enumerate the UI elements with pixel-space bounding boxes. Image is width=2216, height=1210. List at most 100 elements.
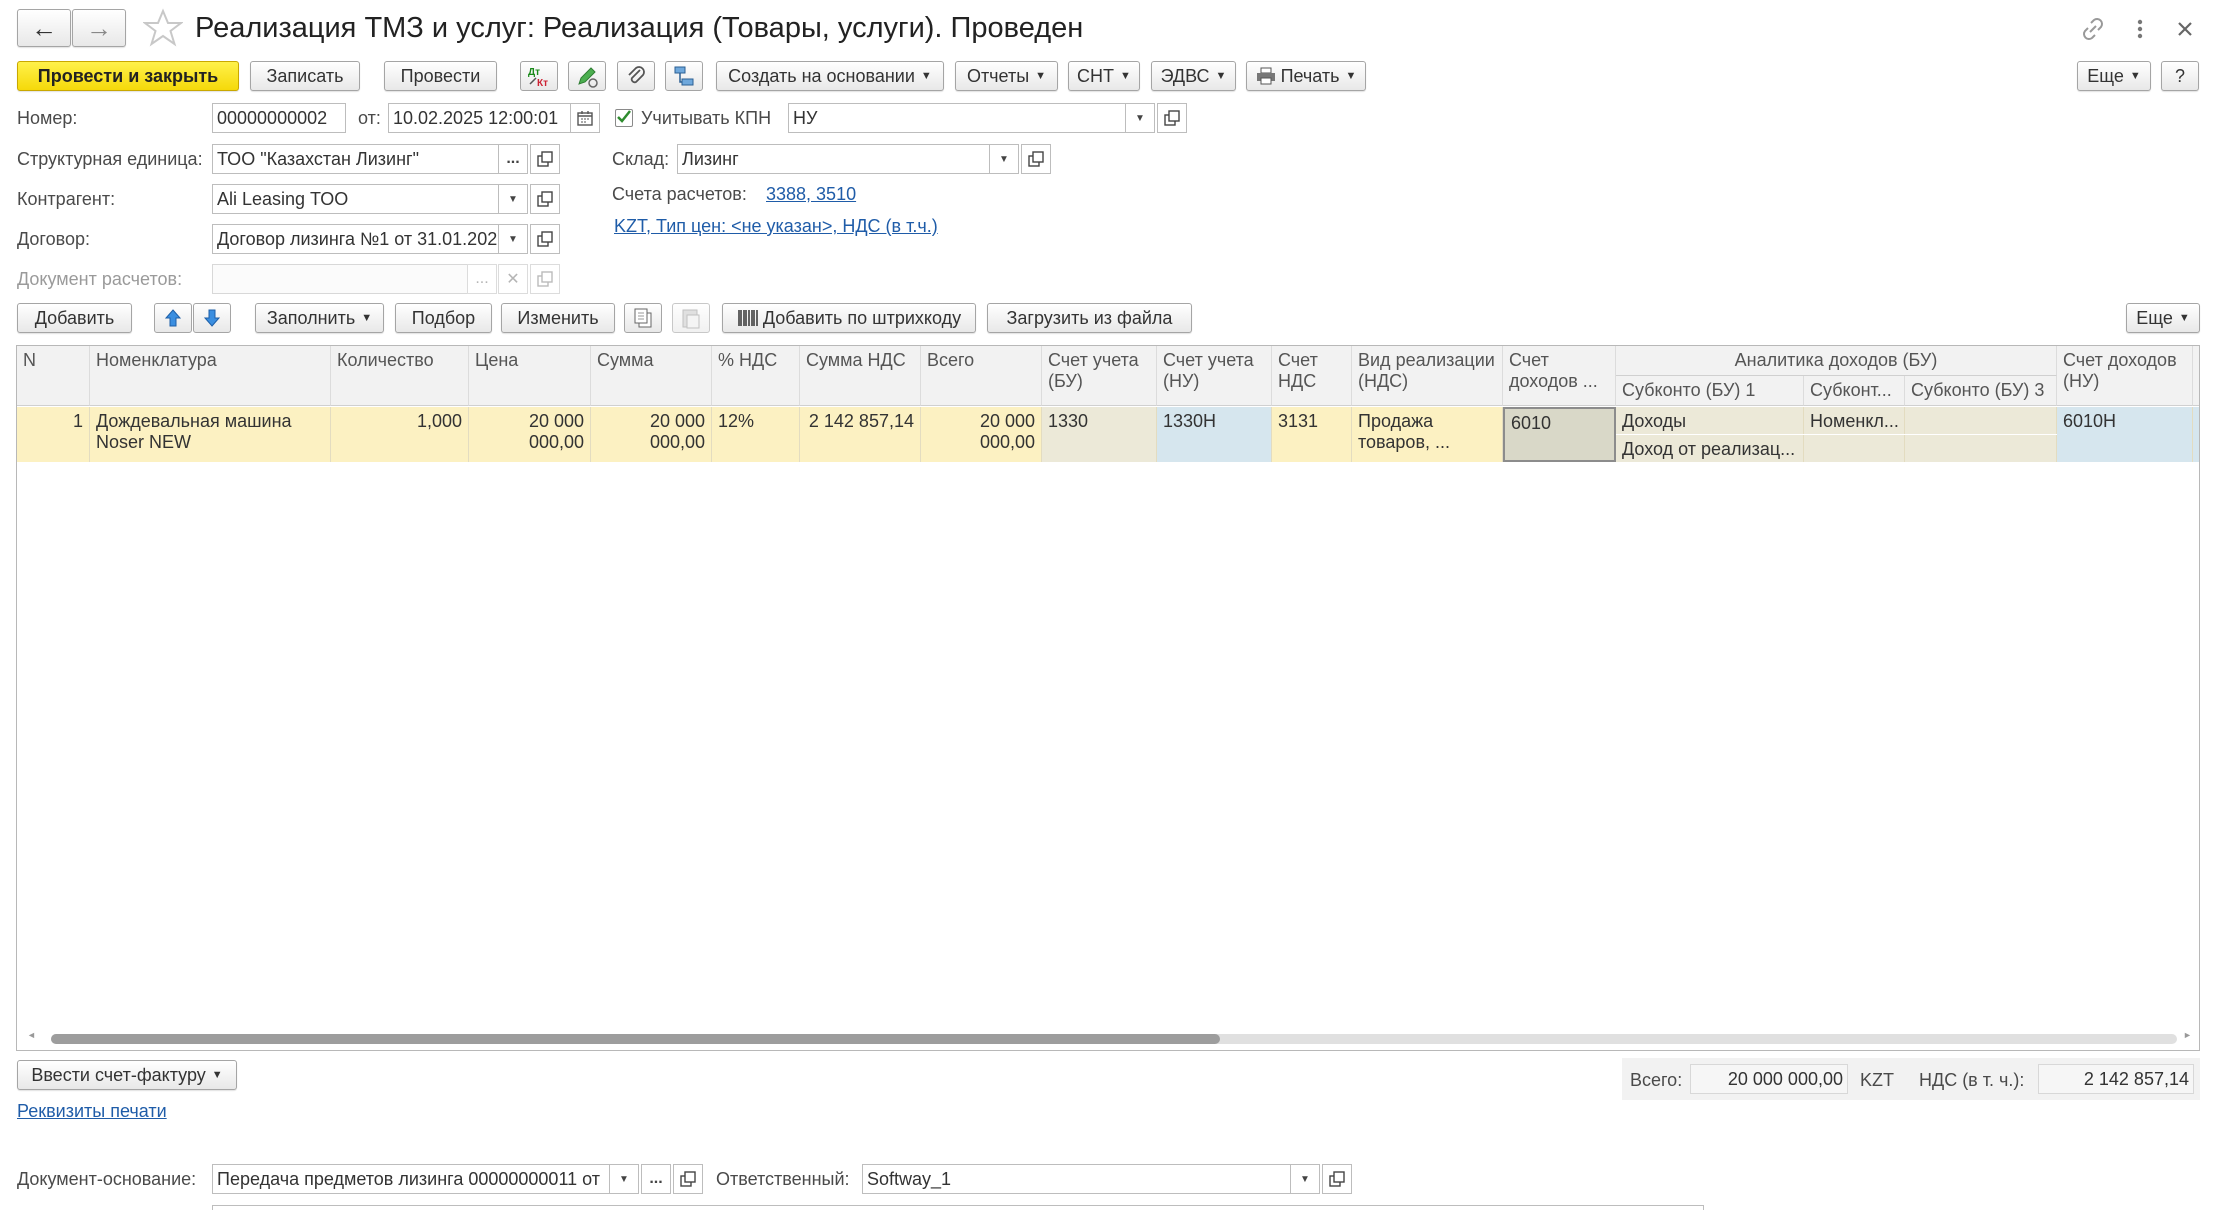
contract-dropdown-button[interactable]: ▼ (498, 224, 528, 254)
responsible-open-button[interactable] (1322, 1164, 1352, 1194)
cell-income-acc[interactable]: 6010 (1503, 407, 1616, 462)
calendar-button[interactable] (570, 103, 600, 133)
cell-sale-type[interactable]: Продажа товаров, ... (1352, 407, 1503, 462)
col-header-subconto3[interactable]: Субконто (БУ) 3 (1905, 376, 2057, 406)
price-type-link[interactable]: KZT, Тип цен: <не указан>, НДС (в т.ч.) (614, 216, 938, 237)
reports-button[interactable]: Отчеты ▼ (955, 61, 1058, 91)
copy-rows-button[interactable] (624, 303, 662, 333)
cell-subconto1-b[interactable]: Доход от реализац... (1616, 435, 1804, 462)
col-header-n[interactable]: N (17, 346, 90, 406)
col-header-acc-bu[interactable]: Счет учета (БУ) (1042, 346, 1157, 406)
warehouse-field[interactable]: Лизинг (677, 144, 990, 174)
selection-button[interactable]: Подбор (395, 303, 492, 333)
print-button[interactable]: Печать ▼ (1246, 61, 1366, 91)
scroll-left-arrow[interactable]: ◄ (27, 1030, 39, 1044)
responsible-dropdown-button[interactable]: ▼ (1290, 1164, 1320, 1194)
col-header-acc-vat[interactable]: Счет НДС (1272, 346, 1352, 406)
col-header-qty[interactable]: Количество (331, 346, 469, 406)
forward-button[interactable]: → (72, 9, 126, 47)
unit-select-button[interactable]: ... (498, 144, 528, 174)
move-down-button[interactable] (193, 303, 231, 333)
attach-files-button[interactable] (617, 61, 655, 91)
cell-qty[interactable]: 1,000 (331, 407, 469, 462)
cell-acc-bu[interactable]: 1330 (1042, 407, 1157, 462)
accounts-link[interactable]: 3388, 3510 (766, 184, 856, 205)
cell-sum[interactable]: 20 000 000,00 (591, 407, 712, 462)
kpn-select[interactable]: НУ (788, 103, 1126, 133)
cell-subconto2[interactable]: Номенкл... (1804, 407, 1905, 434)
date-field[interactable]: 10.02.2025 12:00:01 (388, 103, 571, 133)
cell-acc-vat[interactable]: 3131 (1272, 407, 1352, 462)
col-header-vat-rate[interactable]: % НДС (712, 346, 800, 406)
edvs-button[interactable]: ЭДВС ▼ (1151, 61, 1236, 91)
col-header-vat-sum[interactable]: Сумма НДС (800, 346, 921, 406)
close-icon[interactable] (2170, 14, 2200, 44)
cell-vat-rate[interactable]: 12% (712, 407, 800, 462)
col-header-sum[interactable]: Сумма (591, 346, 712, 406)
scroll-right-arrow[interactable]: ► (2183, 1030, 2195, 1044)
col-header-sale-type[interactable]: Вид реализации (НДС) (1352, 346, 1503, 406)
col-header-item[interactable]: Номенклатура (90, 346, 331, 406)
cell-n[interactable]: 1 (17, 407, 90, 462)
more-button[interactable]: Еще ▼ (2077, 61, 2151, 91)
edit-movements-button[interactable] (568, 61, 606, 91)
dt-kt-button[interactable]: Дт Кт (520, 61, 558, 91)
counterparty-open-button[interactable] (530, 184, 560, 214)
base-doc-open-button[interactable] (673, 1164, 703, 1194)
change-button[interactable]: Изменить (501, 303, 615, 333)
snt-button[interactable]: СНТ ▼ (1068, 61, 1140, 91)
unit-open-button[interactable] (530, 144, 560, 174)
post-and-close-button[interactable]: Провести и закрыть (17, 61, 239, 91)
post-button[interactable]: Провести (384, 61, 497, 91)
cell-subconto3-b[interactable] (1905, 435, 2057, 462)
col-header-total[interactable]: Всего (921, 346, 1042, 406)
more-vertical-icon[interactable] (2130, 14, 2150, 44)
counterparty-field[interactable]: Ali Leasing ТОО (212, 184, 499, 214)
cell-subconto1-a[interactable]: Доходы (1616, 407, 1804, 434)
base-doc-field[interactable]: Передача предметов лизинга 00000000011 о… (212, 1164, 610, 1194)
enter-invoice-button[interactable]: Ввести счет-фактуру ▼ (17, 1060, 237, 1090)
contract-field[interactable]: Договор лизинга №1 от 31.01.2025 (212, 224, 499, 254)
responsible-field[interactable]: Softway_1 (862, 1164, 1291, 1194)
load-from-file-button[interactable]: Загрузить из файла (987, 303, 1192, 333)
warehouse-open-button[interactable] (1021, 144, 1051, 174)
table-more-button[interactable]: Еще ▼ (2126, 303, 2200, 333)
col-header-subconto2[interactable]: Субконт... (1804, 376, 1905, 406)
col-header-price[interactable]: Цена (469, 346, 591, 406)
number-field[interactable]: 00000000002 (212, 103, 346, 133)
horizontal-scrollbar-track[interactable] (51, 1034, 2177, 1044)
col-header-subconto1[interactable]: Субконто (БУ) 1 (1616, 376, 1804, 406)
horizontal-scrollbar-thumb[interactable] (51, 1034, 1221, 1044)
base-doc-dropdown-button[interactable]: ▼ (609, 1164, 639, 1194)
add-row-button[interactable]: Добавить (17, 303, 132, 333)
help-button[interactable]: ? (2161, 61, 2199, 91)
comment-field-top-edge[interactable] (212, 1205, 1704, 1210)
kpn-open-button[interactable] (1157, 103, 1187, 133)
add-by-barcode-button[interactable]: Добавить по штрихкоду (722, 303, 976, 333)
contract-open-button[interactable] (530, 224, 560, 254)
cell-price[interactable]: 20 000 000,00 (469, 407, 591, 462)
create-based-on-button[interactable]: Создать на основании ▼ (716, 61, 944, 91)
base-doc-select-button[interactable]: ... (641, 1164, 671, 1194)
cell-subconto3[interactable] (1905, 407, 2057, 434)
print-details-link[interactable]: Реквизиты печати (17, 1101, 167, 1122)
cell-vat-sum[interactable]: 2 142 857,14 (800, 407, 921, 462)
cell-item[interactable]: Дождевальная машина Noser NEW (90, 407, 331, 462)
save-button[interactable]: Записать (250, 61, 360, 91)
kpn-checkbox[interactable] (615, 109, 633, 127)
col-header-income-acc-nu[interactable]: Счет доходов (НУ) (2057, 346, 2193, 406)
cell-total[interactable]: 20 000 000,00 (921, 407, 1042, 462)
cell-income-acc-nu[interactable]: 6010Н (2057, 407, 2193, 462)
link-icon[interactable] (2078, 14, 2108, 44)
goods-table[interactable]: N Номенклатура Количество Цена Сумма % Н… (16, 345, 2200, 1051)
cell-subconto2-b[interactable] (1804, 435, 1905, 462)
move-up-button[interactable] (154, 303, 192, 333)
col-header-acc-nu[interactable]: Счет учета (НУ) (1157, 346, 1272, 406)
structure-button[interactable] (665, 61, 703, 91)
kpn-dropdown-button[interactable]: ▼ (1125, 103, 1155, 133)
cell-acc-nu[interactable]: 1330Н (1157, 407, 1272, 462)
warehouse-dropdown-button[interactable]: ▼ (989, 144, 1019, 174)
fill-button[interactable]: Заполнить ▼ (255, 303, 384, 333)
counterparty-dropdown-button[interactable]: ▼ (498, 184, 528, 214)
col-header-income-acc[interactable]: Счет доходов ... (1503, 346, 1616, 406)
